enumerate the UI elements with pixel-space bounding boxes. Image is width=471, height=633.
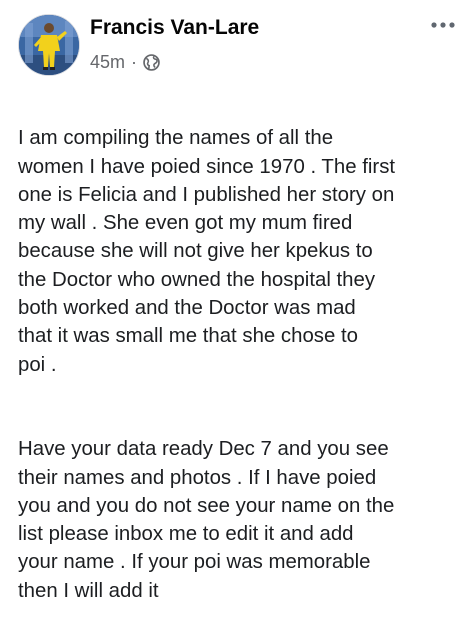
post-header: Francis Van-Lare 45m ·	[18, 14, 461, 78]
author-name[interactable]: Francis Van-Lare	[90, 16, 259, 40]
meta-separator: ·	[131, 52, 138, 72]
post-paragraph-1: I am compiling the names of all the wome…	[18, 127, 396, 376]
more-options-icon[interactable]	[425, 14, 461, 36]
post-meta: 45m ·	[90, 52, 160, 73]
avatar-photo	[19, 15, 79, 75]
post-body: I am compiling the names of all the wome…	[18, 96, 464, 633]
globe-icon[interactable]	[143, 54, 160, 71]
facebook-post: Francis Van-Lare 45m · I am compiling th…	[0, 0, 471, 602]
post-time[interactable]: 45m	[90, 52, 125, 73]
avatar[interactable]	[18, 14, 80, 76]
